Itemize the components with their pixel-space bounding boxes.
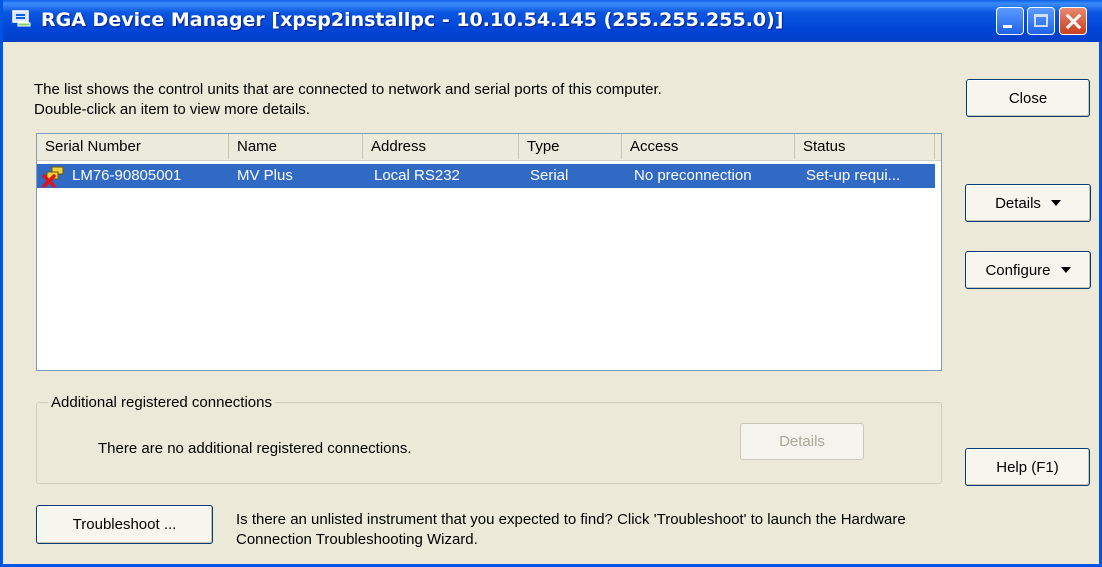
list-header: Serial Number Name Address Type Access S…: [37, 134, 941, 161]
close-window-button[interactable]: [1059, 7, 1087, 35]
column-header-status[interactable]: Status: [795, 134, 935, 159]
device-list[interactable]: Serial Number Name Address Type Access S…: [36, 133, 942, 371]
column-header-access[interactable]: Access: [622, 134, 795, 159]
troubleshoot-hint-line-2: Connection Troubleshooting Wizard.: [236, 531, 478, 548]
app-icon: [12, 10, 31, 27]
help-button[interactable]: Help (F1): [965, 448, 1090, 486]
column-header-name[interactable]: Name: [229, 134, 363, 159]
close-button[interactable]: Close: [966, 79, 1090, 117]
no-connections-message: There are no additional registered conne…: [98, 440, 412, 457]
details-menu-button[interactable]: Details: [965, 184, 1091, 222]
dropdown-arrow-icon: [1060, 267, 1071, 273]
configure-menu-button[interactable]: Configure: [965, 251, 1091, 289]
column-header-type[interactable]: Type: [519, 134, 622, 159]
maximize-button[interactable]: [1027, 7, 1055, 35]
troubleshoot-button[interactable]: Troubleshoot ...: [36, 505, 213, 544]
configure-menu-button-label: Configure: [985, 261, 1051, 279]
cell-serial-number: LM76-90805001: [72, 167, 182, 184]
dropdown-arrow-icon: [1050, 200, 1061, 206]
description-line-1: The list shows the control units that ar…: [34, 81, 662, 98]
table-row[interactable]: LM76-90805001 MV Plus Local RS232 Serial…: [37, 164, 935, 188]
column-header-address[interactable]: Address: [363, 134, 519, 159]
troubleshoot-hint-line-1: Is there an unlisted instrument that you…: [236, 511, 906, 528]
cell-type: Serial: [530, 167, 569, 184]
window-title: RGA Device Manager [xpsp2installpc - 10.…: [41, 9, 784, 31]
troubleshoot-hint: Is there an unlisted instrument that you…: [236, 510, 906, 550]
device-error-icon: [42, 166, 64, 188]
details-menu-button-label: Details: [995, 194, 1041, 212]
cell-access: No preconnection: [634, 167, 752, 184]
group-details-button[interactable]: Details: [740, 423, 864, 460]
cell-status: Set-up requi...: [806, 167, 901, 184]
description-line-2: Double-click an item to view more detail…: [34, 101, 310, 118]
title-bar[interactable]: RGA Device Manager [xpsp2installpc - 10.…: [3, 0, 1102, 42]
minimize-button[interactable]: [996, 7, 1024, 35]
additional-connections-label: Additional registered connections: [48, 394, 275, 411]
description-text: The list shows the control units that ar…: [34, 80, 662, 120]
cell-name: MV Plus: [237, 167, 293, 184]
column-header-serial-number[interactable]: Serial Number: [37, 134, 229, 159]
device-manager-window: RGA Device Manager [xpsp2installpc - 10.…: [0, 0, 1102, 567]
cell-address: Local RS232: [374, 167, 460, 184]
